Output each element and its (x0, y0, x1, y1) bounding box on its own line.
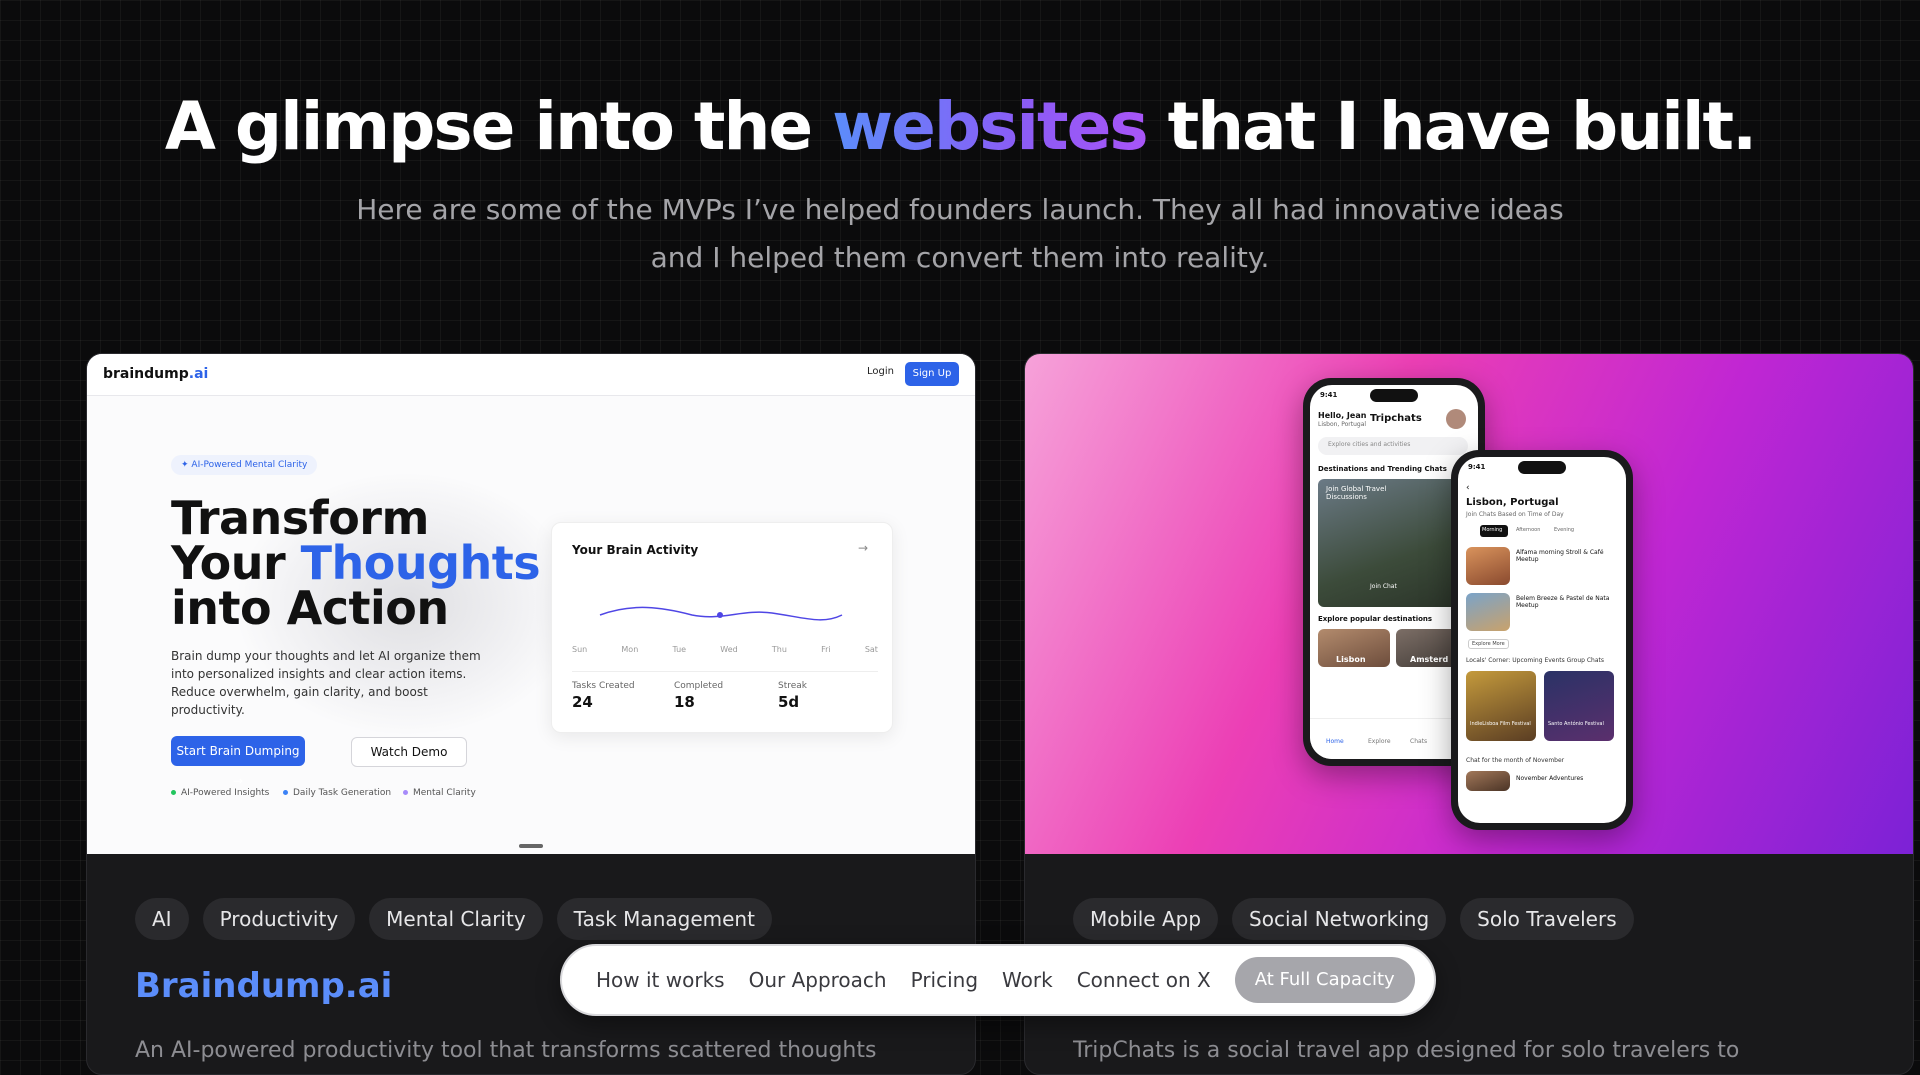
preview-login-link: Login (867, 366, 894, 377)
panel-title: Your Brain Activity (572, 543, 699, 557)
tag[interactable]: Mental Clarity (369, 898, 543, 940)
tag[interactable]: Task Management (556, 898, 772, 940)
stat-completed: Completed 18 (674, 681, 724, 711)
at-full-capacity-button[interactable]: At Full Capacity (1234, 957, 1415, 1003)
preview-secondary-button: Watch Demo (351, 737, 467, 767)
nav-how-it-works[interactable]: How it works (596, 968, 725, 992)
preview-logo: braindump.ai (103, 366, 209, 382)
tag-list: Mobile App Social Networking Solo Travel… (1073, 898, 1634, 940)
page-subtitle: Here are some of the MVPs I’ve helped fo… (356, 193, 1564, 274)
preview-feature: AI-Powered Insights (171, 788, 269, 798)
headline-after: that I have built. (1146, 88, 1758, 165)
avatar (1446, 409, 1466, 429)
page-headline: A glimpse into the websites that I have … (0, 88, 1920, 165)
phone-mockup-city: 9:41 ‹ Lisbon, Portugal Join Chats Based… (1451, 450, 1633, 830)
preview-feature: Mental Clarity (403, 788, 476, 798)
activity-line-chart (599, 606, 843, 621)
arrow-right-icon: → (858, 541, 869, 555)
sparkle-icon: ✦ (181, 460, 192, 470)
weekday-labels: Sun Mon Tue Wed Thu Fri Sat (572, 645, 878, 654)
preview-primary-button: Start Brain Dumping → (171, 736, 305, 788)
tag[interactable]: Productivity (202, 898, 356, 940)
preview-feature: Daily Task Generation (283, 788, 391, 798)
scroll-handle (519, 844, 543, 848)
brain-activity-panel: Your Brain Activity → Sun Mon Tue Wed Thu Fri… (551, 522, 893, 733)
floating-nav: How it works Our Approach Pricing Work C… (560, 944, 1436, 1016)
nav-pricing[interactable]: Pricing (911, 968, 978, 992)
preview-navbar: braindump.ai Login Sign Up (87, 354, 975, 396)
stat-tasks-created: Tasks Created 24 (572, 681, 635, 711)
preview-badge: ✦ AI-Powered Mental Clarity (171, 455, 318, 475)
preview-heading: Transform Your Thoughts into Action (171, 491, 541, 635)
tag[interactable]: Mobile App (1073, 898, 1219, 940)
headline-highlight: websites (832, 88, 1148, 165)
project-preview-tripchats: 9:41 Hello, Jean Lisbon, Portugal Tripch… (1025, 354, 1913, 854)
preview-description: Brain dump your thoughts and let AI orga… (171, 649, 481, 717)
tag[interactable]: Social Networking (1232, 898, 1447, 940)
tag[interactable]: Solo Travelers (1460, 898, 1634, 940)
project-preview-braindump: braindump.ai Login Sign Up ✦ AI-Powered … (87, 354, 975, 854)
nav-our-approach[interactable]: Our Approach (749, 968, 887, 992)
stat-streak: Streak 5d (778, 681, 808, 711)
nav-work[interactable]: Work (1002, 968, 1053, 992)
tag[interactable]: AI (135, 898, 189, 940)
preview-signup-button: Sign Up (905, 362, 959, 386)
project-description: An AI-powered productivity tool that tra… (135, 1038, 877, 1063)
nav-connect-on-x[interactable]: Connect on X (1077, 968, 1211, 992)
project-title[interactable]: Braindump.ai (135, 966, 392, 1006)
tag-list: AI Productivity Mental Clarity Task Mana… (135, 898, 772, 940)
back-arrow-icon: ‹ (1466, 483, 1470, 493)
project-description: TripChats is a social travel app designe… (1073, 1038, 1740, 1063)
headline-before: A glimpse into the (164, 88, 833, 165)
